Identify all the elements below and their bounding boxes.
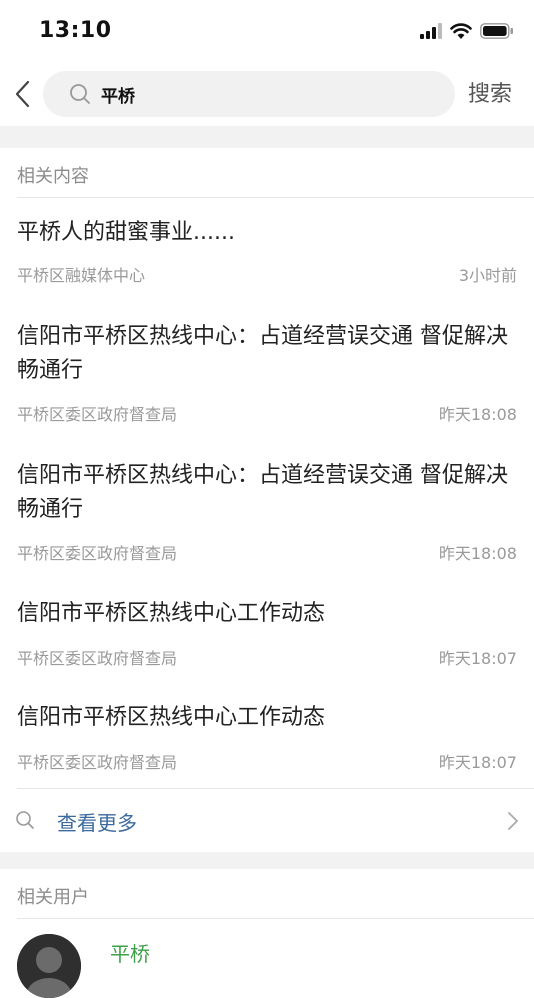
search-input[interactable] bbox=[99, 83, 423, 105]
battery-icon bbox=[480, 23, 514, 43]
avatar bbox=[17, 934, 81, 998]
item-time: 3小时前 bbox=[458, 266, 517, 285]
status-time: 13:10 bbox=[39, 18, 112, 43]
item-time: 昨天18:08 bbox=[438, 544, 517, 563]
search-field[interactable] bbox=[43, 71, 455, 117]
search-icon bbox=[16, 811, 34, 829]
item-source: 平桥区委区政府督查局 bbox=[17, 405, 178, 424]
list-item[interactable]: 信阳市平桥区热线中心工作动态 平桥区委区政府督查局 昨天18:07 bbox=[0, 686, 534, 781]
related-content-heading: 相关内容 bbox=[17, 166, 89, 187]
search-icon bbox=[69, 83, 91, 105]
item-source: 平桥区融媒体中心 bbox=[17, 266, 146, 285]
status-bar: 13:10 bbox=[0, 0, 534, 62]
item-source: 平桥区委区政府督查局 bbox=[17, 544, 178, 563]
list-item[interactable]: 信阳市平桥区热线中心工作动态 平桥区委区政府督查局 昨天18:07 bbox=[0, 582, 534, 677]
item-title: 信阳市平桥区热线中心：占道经营误交通 督促解决畅通行 bbox=[17, 463, 508, 522]
item-title: 信阳市平桥区热线中心工作动态 bbox=[17, 705, 326, 730]
search-button[interactable]: 搜索 bbox=[468, 76, 512, 108]
user-row[interactable]: 平桥 bbox=[0, 918, 534, 998]
see-more-label: 查看更多 bbox=[57, 811, 137, 835]
related-users-heading: 相关用户 bbox=[17, 887, 89, 908]
item-source: 平桥区委区政府督查局 bbox=[17, 649, 178, 668]
wifi-icon bbox=[450, 23, 472, 43]
item-title: 信阳市平桥区热线中心：占道经营误交通 督促解决畅通行 bbox=[17, 324, 508, 383]
item-title: 平桥人的甜蜜事业...... bbox=[17, 220, 235, 245]
chevron-right-icon bbox=[508, 812, 518, 830]
back-button[interactable] bbox=[6, 74, 38, 114]
status-icons bbox=[420, 22, 514, 44]
section-gap bbox=[0, 126, 534, 148]
item-time: 昨天18:08 bbox=[438, 405, 517, 424]
list-item[interactable]: 信阳市平桥区热线中心：占道经营误交通 督促解决畅通行 平桥区委区政府督查局 昨天… bbox=[0, 442, 534, 572]
user-name: 平桥 bbox=[110, 942, 150, 966]
see-more-button[interactable]: 查看更多 bbox=[0, 789, 534, 851]
cellular-signal-icon bbox=[420, 23, 442, 43]
section-gap bbox=[0, 852, 534, 869]
chevron-left-icon bbox=[15, 80, 30, 108]
item-time: 昨天18:07 bbox=[438, 649, 517, 668]
list-item[interactable]: 平桥人的甜蜜事业...... 平桥区融媒体中心 3小时前 bbox=[0, 198, 534, 293]
item-source: 平桥区委区政府督查局 bbox=[17, 753, 178, 772]
item-title: 信阳市平桥区热线中心工作动态 bbox=[17, 601, 326, 626]
list-item[interactable]: 信阳市平桥区热线中心：占道经营误交通 督促解决畅通行 平桥区委区政府督查局 昨天… bbox=[0, 303, 534, 433]
item-time: 昨天18:07 bbox=[438, 753, 517, 772]
search-header: 搜索 bbox=[0, 62, 534, 126]
